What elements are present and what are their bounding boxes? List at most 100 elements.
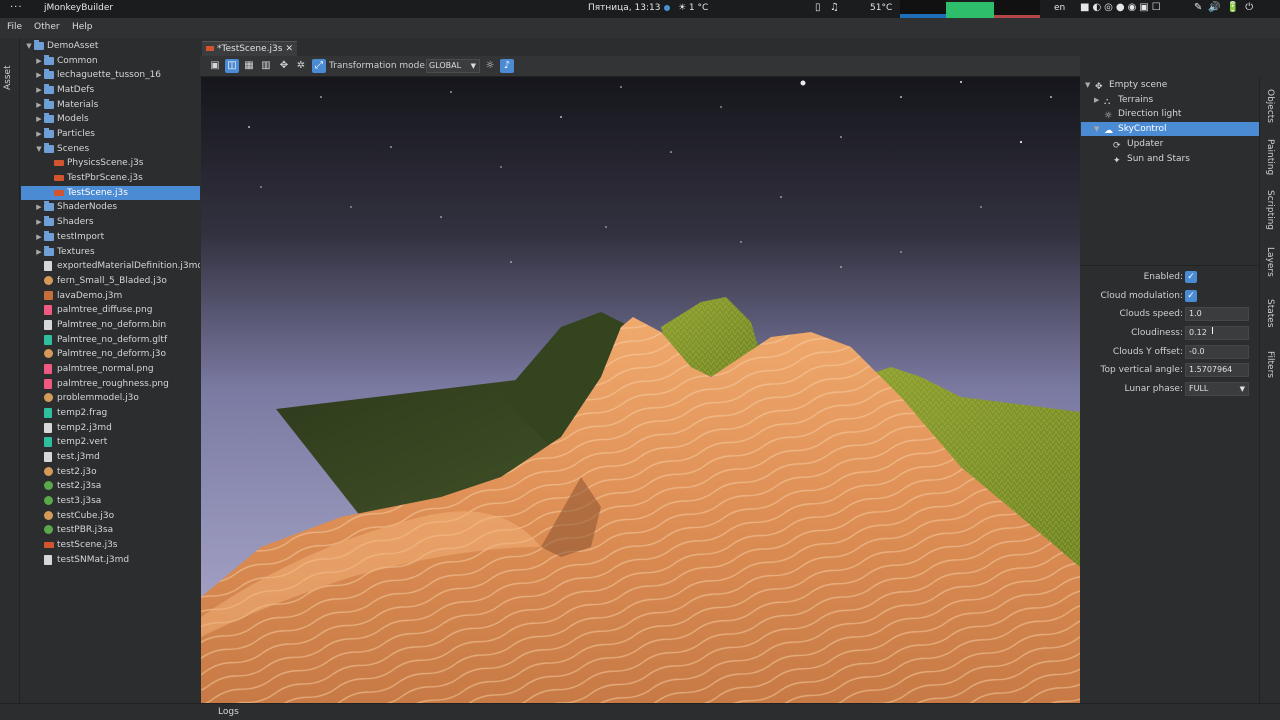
audio-toggle-icon[interactable]: ♪ — [500, 59, 514, 73]
tab-testscene[interactable]: *TestScene.j3s ✕ — [202, 41, 297, 56]
move-tool-icon[interactable]: ✥ — [277, 59, 291, 73]
tray-icons[interactable]: ■◐◎●◉▣☐ — [1080, 2, 1164, 13]
tab-scripting[interactable]: Scripting — [1265, 190, 1275, 230]
tree-item[interactable]: temp2.j3md — [21, 421, 200, 435]
tree-item[interactable]: ▼ Scenes — [21, 142, 200, 156]
collapsed-arrow-icon[interactable]: ▶ — [1094, 93, 1099, 107]
tree-item[interactable]: temp2.vert — [21, 435, 200, 449]
tree-item[interactable]: test2.j3o — [21, 465, 200, 479]
tree-item[interactable]: ▶ lechaguette_tusson_16 — [21, 68, 200, 82]
tree-item[interactable]: Palmtree_no_deform.j3o — [21, 347, 200, 361]
tree-item[interactable]: ▶ Textures — [21, 245, 200, 259]
menu-file[interactable]: File — [7, 22, 22, 32]
tab-filters[interactable]: Filters — [1265, 351, 1275, 378]
transformation-mode-select[interactable]: GLOBAL ▼ — [426, 59, 480, 73]
tab-asset[interactable]: Asset — [3, 65, 13, 90]
expanded-arrow-icon[interactable]: ▼ — [1094, 122, 1099, 136]
tree-item[interactable]: test2.j3sa — [21, 479, 200, 493]
scene-node[interactable]: ✦ Sun and Stars — [1081, 152, 1259, 166]
tree-item[interactable]: PhysicsScene.j3s — [21, 156, 200, 170]
collapsed-arrow-icon[interactable]: ▶ — [35, 230, 43, 244]
enabled-checkbox[interactable]: ✓ — [1185, 271, 1197, 283]
tree-item[interactable]: ▼ DemoAsset — [21, 39, 200, 53]
tree-item[interactable]: ▶ Shaders — [21, 215, 200, 229]
light-toggle-icon[interactable]: ☼ — [483, 59, 497, 73]
menu-other[interactable]: Other — [34, 22, 60, 32]
tree-item[interactable]: test.j3md — [21, 450, 200, 464]
collapsed-arrow-icon[interactable]: ▶ — [35, 200, 43, 214]
collapsed-arrow-icon[interactable]: ▶ — [35, 127, 43, 141]
prop-enabled: Enabled: ✓ — [1081, 269, 1259, 285]
expanded-arrow-icon[interactable]: ▼ — [35, 142, 43, 156]
statistics-icon[interactable]: ▥ — [259, 59, 273, 73]
tree-item[interactable]: ▶ Particles — [21, 127, 200, 141]
close-tab-icon[interactable]: ✕ — [285, 44, 293, 54]
scene-node[interactable]: ☼ Direction light — [1081, 107, 1259, 121]
weather-indicator[interactable]: ☀ 1 °C — [678, 3, 708, 13]
tree-item[interactable]: Palmtree_no_deform.bin — [21, 318, 200, 332]
clouds-speed-input[interactable]: 1.0 — [1185, 307, 1249, 321]
tab-painting[interactable]: Painting — [1265, 139, 1275, 175]
transformation-mode-value: GLOBAL — [429, 61, 462, 70]
expanded-arrow-icon[interactable]: ▼ — [1085, 78, 1090, 92]
clouds-y-offset-input[interactable]: -0.0 — [1185, 345, 1249, 359]
tree-item[interactable]: testSNMat.j3md — [21, 553, 200, 567]
collapsed-arrow-icon[interactable]: ▶ — [35, 98, 43, 112]
active-app-name[interactable]: jMonkeyBuilder — [44, 3, 113, 13]
scale-tool-icon[interactable]: ⤢ — [312, 59, 326, 73]
collapsed-arrow-icon[interactable]: ▶ — [35, 112, 43, 126]
scene-node[interactable]: ▶ ⛬ Terrains — [1081, 93, 1259, 107]
tree-item[interactable]: temp2.frag — [21, 406, 200, 420]
cloud-modulation-checkbox[interactable]: ✓ — [1185, 290, 1197, 302]
scene-node[interactable]: ▼ ☁ SkyControl — [1081, 122, 1259, 137]
save-icon[interactable]: ▣ — [208, 59, 222, 73]
tree-item[interactable]: testCube.j3o — [21, 509, 200, 523]
tree-item[interactable]: fern_Small_5_Bladed.j3o — [21, 274, 200, 288]
tree-item[interactable]: test3.j3sa — [21, 494, 200, 508]
menu-help[interactable]: Help — [72, 22, 93, 32]
tree-item[interactable]: problemmodel.j3o — [21, 391, 200, 405]
tree-item[interactable]: ▶ Materials — [21, 98, 200, 112]
tree-item[interactable]: ▶ MatDefs — [21, 83, 200, 97]
tree-item[interactable]: lavaDemo.j3m — [21, 289, 200, 303]
tree-item[interactable]: testScene.j3s — [21, 538, 200, 552]
collapsed-arrow-icon[interactable]: ▶ — [35, 83, 43, 97]
collapsed-arrow-icon[interactable]: ▶ — [35, 245, 43, 259]
tree-item[interactable]: palmtree_roughness.png — [21, 377, 200, 391]
cloudiness-input[interactable]: 0.12 — [1185, 326, 1249, 340]
anim-icon — [44, 481, 53, 491]
tree-item[interactable]: testPBR.j3sa — [21, 523, 200, 537]
tab-states[interactable]: States — [1265, 299, 1275, 328]
scene-node[interactable]: ⟳ Updater — [1081, 137, 1259, 151]
system-monitor-graph[interactable] — [900, 0, 1040, 18]
collapsed-arrow-icon[interactable]: ▶ — [35, 215, 43, 229]
tab-objects[interactable]: Objects — [1265, 89, 1275, 123]
status-icons[interactable]: ✎🔊🔋⏻ — [1194, 2, 1259, 13]
tree-item[interactable]: ▶ testImport — [21, 230, 200, 244]
tree-item[interactable]: exportedMaterialDefinition.j3md — [21, 259, 200, 273]
tree-item[interactable]: TestScene.j3s — [21, 185, 200, 200]
tree-item[interactable]: TestPbrScene.j3s — [21, 171, 200, 185]
top-vertical-angle-input[interactable]: 1.5707964 — [1185, 363, 1249, 377]
system-clock[interactable]: Пятница, 13:13 — [588, 3, 671, 13]
keyboard-language[interactable]: en — [1054, 3, 1065, 13]
tree-item[interactable]: ▶ Models — [21, 112, 200, 126]
collapsed-arrow-icon[interactable]: ▶ — [35, 68, 43, 82]
tree-item[interactable]: Palmtree_no_deform.gltf — [21, 333, 200, 347]
system-indicator-icons[interactable]: ▯ ♫ — [815, 2, 839, 13]
lunar-phase-select[interactable]: FULL ▼ — [1185, 382, 1249, 396]
rotate-tool-icon[interactable]: ✲ — [294, 59, 308, 73]
logs-tab[interactable]: Logs — [218, 707, 239, 717]
grid-icon[interactable]: ▦ — [242, 59, 256, 73]
collapsed-arrow-icon[interactable]: ▶ — [35, 54, 43, 68]
tab-layers[interactable]: Layers — [1265, 247, 1275, 277]
scene-node[interactable]: ▼ ✥ Empty scene — [1081, 78, 1259, 92]
tree-item[interactable]: palmtree_diffuse.png — [21, 303, 200, 317]
camera-light-icon[interactable]: ◫ — [225, 59, 239, 73]
scene-viewport[interactable] — [201, 77, 1080, 703]
tree-item[interactable]: ▶ Common — [21, 54, 200, 68]
activities-menu-icon[interactable]: ··· — [10, 2, 23, 13]
expanded-arrow-icon[interactable]: ▼ — [25, 39, 33, 53]
tree-item[interactable]: ▶ ShaderNodes — [21, 200, 200, 214]
tree-item[interactable]: palmtree_normal.png — [21, 362, 200, 376]
